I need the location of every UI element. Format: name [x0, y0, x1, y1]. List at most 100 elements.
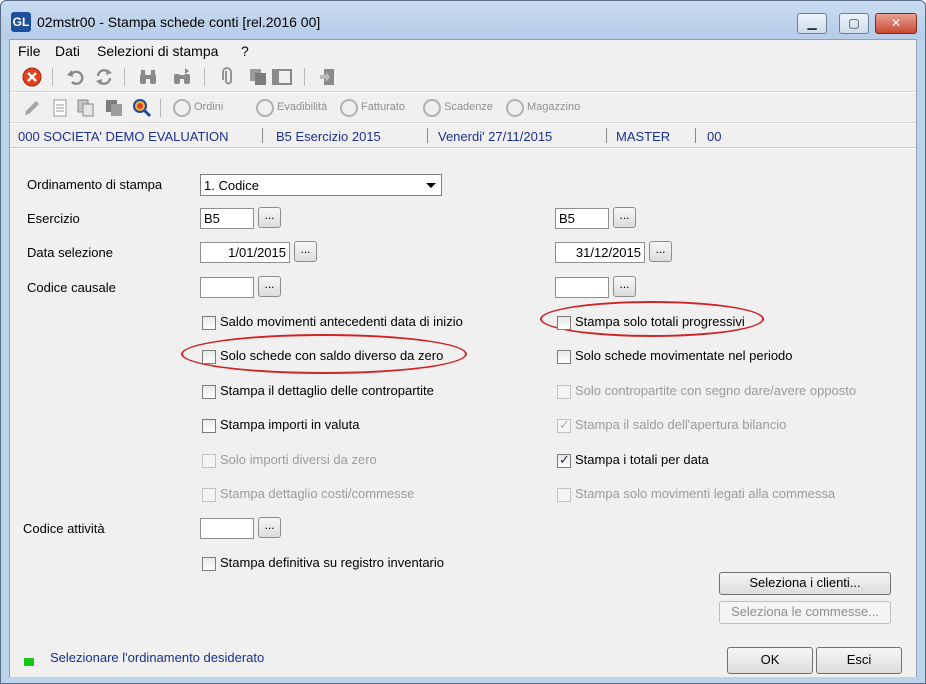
info-separator [427, 128, 428, 143]
current-date: Venerdi' 27/11/2015 [438, 129, 553, 144]
cancel-icon[interactable] [22, 67, 42, 87]
ok-button[interactable]: OK [727, 647, 813, 674]
importi-diversi-zero-label: Solo importi diversi da zero [220, 452, 377, 467]
totali-progressivi-label: Stampa solo totali progressivi [575, 314, 745, 329]
importi-valuta-label: Stampa importi in valuta [220, 417, 360, 432]
saldo-antecedenti-checkbox[interactable] [202, 316, 216, 330]
info-separator [695, 128, 696, 143]
menu-bar: File Dati Selezioni di stampa ? [10, 40, 916, 62]
attachment-icon[interactable] [218, 67, 238, 87]
dettaglio-contropartite-label: Stampa il dettaglio delle contropartite [220, 383, 434, 398]
company-name: 000 SOCIETA' DEMO EVALUATION [18, 129, 229, 144]
codice-attivita-label: Codice attività [23, 521, 105, 536]
magazzino-button[interactable]: Magazzino [527, 101, 580, 113]
totali-progressivi-checkbox[interactable] [557, 316, 571, 330]
window-client: File Dati Selezioni di stampa ? Ordini E… [9, 39, 917, 677]
data-to-input[interactable]: 31/12/2015 [555, 242, 645, 263]
schede-movimentate-checkbox[interactable] [557, 350, 571, 364]
undo-icon[interactable] [66, 67, 86, 87]
ordini-button[interactable]: Ordini [194, 101, 223, 113]
movimenti-commessa-label: Stampa solo movimenti legati alla commes… [575, 486, 836, 501]
codice-causale-label: Codice causale [27, 280, 116, 295]
toolbar-separator [160, 99, 161, 117]
status-led-icon [24, 658, 34, 666]
find-next-icon[interactable] [172, 67, 192, 87]
info-separator [606, 128, 607, 143]
checkmark-icon: ✓ [559, 417, 570, 432]
app-window: GL 02mstr00 - Stampa schede conti [rel.2… [0, 0, 926, 684]
toolbar-separator [124, 68, 125, 86]
title-bar: GL 02mstr00 - Stampa schede conti [rel.2… [1, 1, 925, 39]
causale-to-input[interactable] [555, 277, 609, 298]
definitiva-inventario-checkbox[interactable] [202, 557, 216, 571]
menu-dati[interactable]: Dati [55, 43, 80, 59]
close-window-button[interactable]: ✕ [875, 13, 917, 34]
menu-file[interactable]: File [18, 43, 41, 59]
schede-movimentate-label: Solo schede movimentate nel periodo [575, 348, 793, 363]
causale-from-lookup-button[interactable]: ... [258, 276, 281, 297]
user-name: MASTER [616, 129, 671, 144]
evadibilita-icon [256, 99, 274, 117]
checkmark-icon: ✓ [559, 452, 570, 467]
esercizio-from-input[interactable]: B5 [200, 208, 254, 229]
ordinamento-select[interactable]: 1. Codice [200, 174, 442, 196]
user-code: 00 [707, 129, 722, 144]
attivita-lookup-button[interactable]: ... [258, 517, 281, 538]
exit-door-icon[interactable] [318, 67, 338, 87]
pages-icon[interactable] [104, 98, 124, 118]
refresh-icon[interactable] [94, 67, 114, 87]
info-separator [262, 128, 263, 143]
search-magnifier-icon[interactable] [132, 98, 152, 118]
copy-icon[interactable] [248, 67, 268, 87]
saldo-apertura-label: Stampa il saldo dell'apertura bilancio [575, 417, 787, 432]
toolbar-separator [304, 68, 305, 86]
toolbar-separator [52, 68, 53, 86]
evadibilita-button[interactable]: Evadibilità [277, 101, 327, 113]
importi-valuta-checkbox[interactable] [202, 419, 216, 433]
binoculars-icon[interactable] [138, 67, 158, 87]
data-to-picker-button[interactable]: ... [649, 241, 672, 262]
totali-per-data-label: Stampa i totali per data [575, 452, 709, 467]
esercizio-label: Esercizio [27, 211, 80, 226]
scadenze-icon [423, 99, 441, 117]
totali-per-data-checkbox[interactable]: ✓ [557, 452, 571, 468]
esci-button[interactable]: Esci [816, 647, 902, 674]
pencil-icon[interactable] [22, 98, 42, 118]
seleziona-clienti-button[interactable]: Seleziona i clienti... [719, 572, 891, 595]
attivita-input[interactable] [200, 518, 254, 539]
document-list-icon[interactable] [50, 98, 70, 118]
ordinamento-selected-value: 1. Codice [204, 178, 259, 193]
main-toolbar [10, 62, 916, 92]
menu-selezioni-di-stampa[interactable]: Selezioni di stampa [97, 43, 218, 59]
scadenze-button[interactable]: Scadenze [444, 101, 493, 113]
causale-to-lookup-button[interactable]: ... [613, 276, 636, 297]
movimenti-commessa-checkbox [557, 488, 571, 502]
maximize-button[interactable]: ▢ [839, 13, 869, 34]
minimize-button[interactable]: ▁ [797, 13, 827, 34]
data-from-input[interactable]: 1/01/2015 [200, 242, 290, 263]
ordini-icon [173, 99, 191, 117]
esercizio-to-lookup-button[interactable]: ... [613, 207, 636, 228]
form-panel: Ordinamento di stampa 1. Codice Esercizi… [10, 149, 916, 677]
esercizio-from-lookup-button[interactable]: ... [258, 207, 281, 228]
definitiva-inventario-label: Stampa definitiva su registro inventario [220, 555, 445, 570]
causale-from-input[interactable] [200, 277, 254, 298]
solo-saldo-diverso-label: Solo schede con saldo diverso da zero [220, 348, 444, 363]
secondary-toolbar: Ordini Evadibilità Fatturato Scadenze Ma… [10, 93, 916, 123]
importi-diversi-zero-checkbox [202, 454, 216, 468]
menu-help[interactable]: ? [241, 43, 249, 59]
data-from-picker-button[interactable]: ... [294, 241, 317, 262]
esercizio-to-input[interactable]: B5 [555, 208, 609, 229]
fatturato-icon [340, 99, 358, 117]
status-message: Selezionare l'ordinamento desiderato [50, 650, 265, 665]
dettaglio-contropartite-checkbox[interactable] [202, 385, 216, 399]
contropartite-segno-label: Solo contropartite con segno dare/avere … [575, 383, 857, 398]
data-selezione-label: Data selezione [27, 245, 113, 260]
window-layout-icon[interactable] [272, 67, 292, 87]
fatturato-button[interactable]: Fatturato [361, 101, 405, 113]
context-info-bar: 000 SOCIETA' DEMO EVALUATION B5 Esercizi… [10, 124, 916, 148]
dettaglio-costi-checkbox [202, 488, 216, 502]
documents-icon[interactable] [76, 98, 96, 118]
solo-saldo-diverso-checkbox[interactable] [202, 350, 216, 364]
saldo-apertura-checkbox: ✓ [557, 417, 571, 433]
